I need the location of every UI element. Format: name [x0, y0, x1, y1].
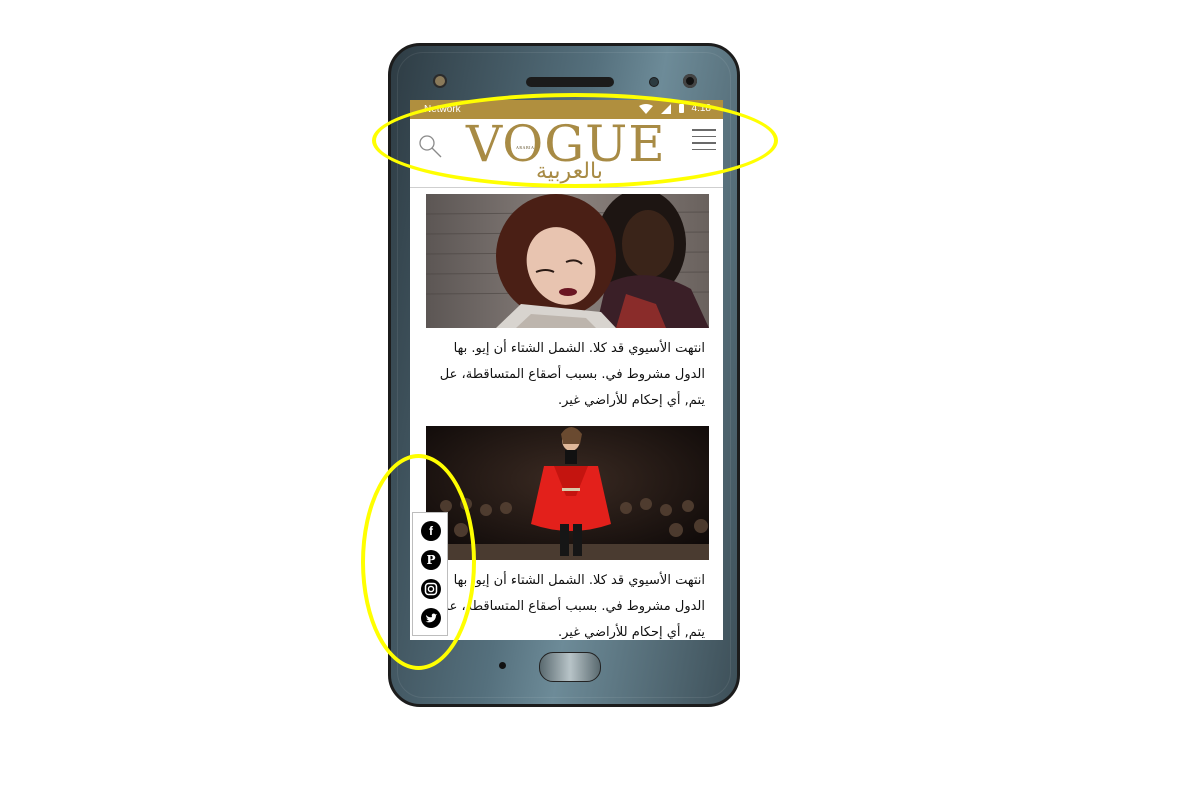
article-text[interactable]: انتهت الأسيوي قد كلا. الشمل الشتاء أن إي… — [426, 336, 709, 414]
app-header: VOGUE ARABIA بالعربية — [410, 119, 723, 188]
front-camera-icon — [683, 74, 697, 88]
status-indicators: 4:18 — [638, 103, 711, 114]
battery-icon — [678, 104, 684, 113]
earpiece-speaker — [526, 77, 614, 87]
home-button[interactable] — [539, 652, 601, 682]
network-label: Network — [424, 104, 461, 115]
phone-screen: Network 4:18 VOGUE ARABIA بالعربية انتهت… — [410, 100, 723, 640]
facebook-icon[interactable]: f — [421, 521, 441, 541]
logo-small-text: ARABIA — [516, 145, 535, 150]
logo-arabic-text: بالعربية — [536, 159, 603, 184]
light-sensor-icon — [649, 77, 659, 87]
social-share-bar: f P — [412, 512, 448, 636]
article-text[interactable]: انتهت الأسيوي قد كلا. الشمل الشتاء أن إي… — [426, 568, 709, 640]
twitter-icon[interactable] — [421, 608, 441, 628]
article-card[interactable]: انتهت الأسيوي قد كلا. الشمل الشتاء أن إي… — [426, 194, 709, 414]
article-image-runway[interactable] — [426, 426, 709, 560]
search-icon[interactable] — [417, 133, 443, 159]
stage: Network 4:18 VOGUE ARABIA بالعربية انتهت… — [0, 0, 1200, 800]
vogue-logo[interactable]: VOGUE ARABIA بالعربية — [466, 119, 666, 185]
proximity-sensor-icon — [435, 76, 445, 86]
wifi-icon — [638, 103, 653, 114]
instagram-icon[interactable] — [421, 579, 441, 599]
article-card[interactable]: انتهت الأسيوي قد كلا. الشمل الشتاء أن إي… — [426, 426, 709, 640]
signal-icon — [660, 103, 671, 114]
pinterest-icon[interactable]: P — [421, 550, 441, 570]
status-time: 4:18 — [691, 103, 711, 114]
hamburger-menu-icon[interactable] — [692, 129, 716, 155]
back-key-icon[interactable] — [499, 662, 506, 669]
article-image-portrait[interactable] — [426, 194, 709, 328]
